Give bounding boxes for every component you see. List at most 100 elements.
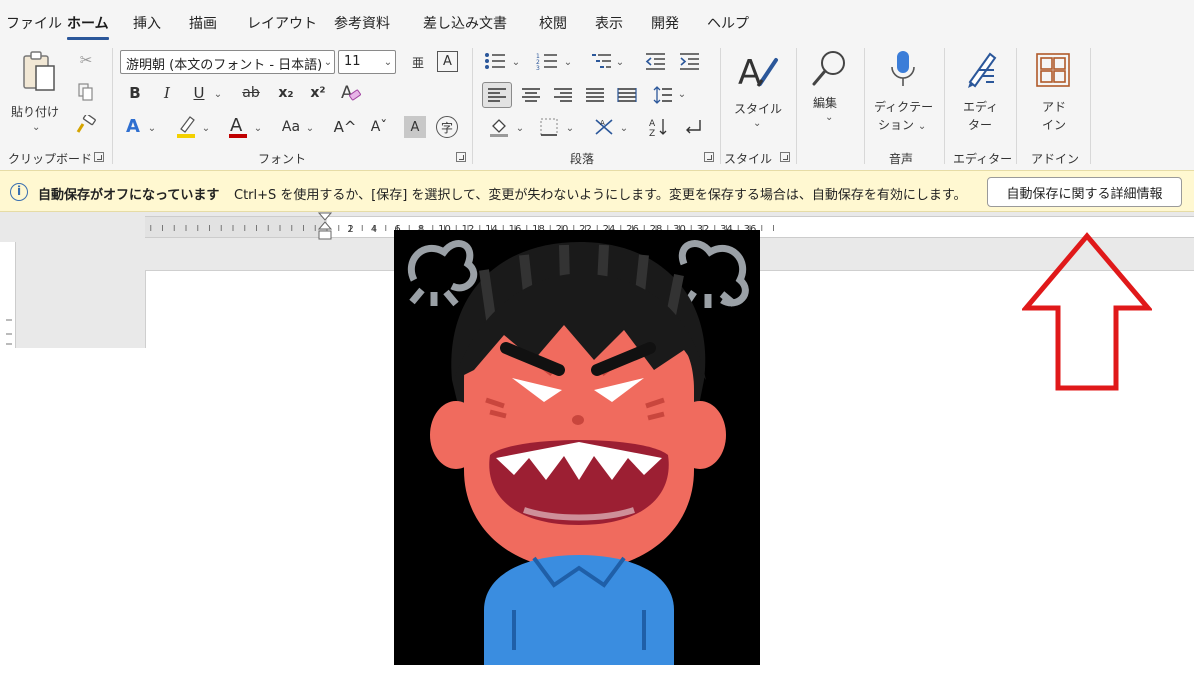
numbering-dropdown-icon[interactable]: ⌄ — [562, 54, 574, 70]
dictate-label-line1: ディクテー — [874, 100, 934, 114]
addins-button[interactable]: アド イン — [1024, 48, 1082, 144]
svg-text:A: A — [600, 119, 605, 127]
info-icon: i — [10, 183, 28, 201]
autosave-details-label: 自動保存に関する詳細情報 — [1006, 186, 1163, 202]
highlight-icon[interactable] — [174, 112, 198, 140]
enclose-characters-icon[interactable]: 字 — [436, 116, 458, 138]
align-left-button[interactable] — [482, 82, 512, 108]
ribbon: 貼り付け ⌄ ✂ クリップボード 游明朝 (本文のフォント - 日本語) ⌄ 1… — [0, 42, 1194, 170]
tab-file[interactable]: ファイル — [6, 13, 62, 33]
underline-dropdown-icon[interactable]: ⌄ — [212, 86, 224, 102]
align-center-button[interactable] — [518, 82, 544, 108]
highlight-dropdown-icon[interactable]: ⌄ — [200, 120, 212, 136]
chevron-down-icon[interactable]: ⌄ — [32, 122, 40, 133]
dictate-button[interactable]: ディクテー ション ⌄ — [870, 48, 936, 144]
font-size-dropdown-icon[interactable]: ⌄ — [382, 54, 394, 70]
infobar-message: Ctrl+S を使用するか、[保存] を選択して、変更が失わないようにします。変… — [234, 188, 967, 203]
numbering-icon[interactable]: 123 — [534, 50, 560, 72]
cut-icon[interactable]: ✂ — [76, 50, 96, 70]
tab-layout[interactable]: レイアウト — [247, 13, 317, 33]
font-launcher-icon[interactable] — [456, 152, 466, 162]
autosave-details-button[interactable]: 自動保存に関する詳細情報 — [987, 177, 1182, 207]
clipboard-launcher-icon[interactable] — [94, 152, 104, 162]
line-spacing-icon[interactable] — [650, 82, 676, 108]
tab-draw[interactable]: 描画 — [189, 13, 217, 33]
separator — [720, 48, 721, 164]
strikethrough-button[interactable]: ab — [238, 82, 264, 104]
paragraph-group-label: 段落 — [570, 152, 595, 166]
ruler-label: 2 — [347, 224, 353, 235]
font-color-dropdown-icon[interactable]: ⌄ — [252, 120, 264, 136]
line-spacing-dropdown-icon[interactable]: ⌄ — [676, 86, 688, 102]
styles-button[interactable]: A スタイル ⌄ — [728, 48, 788, 144]
angry-boy-illustration[interactable] — [394, 230, 760, 665]
bold-button[interactable]: B — [124, 82, 146, 104]
shading-dropdown-icon[interactable]: ⌄ — [514, 120, 526, 136]
svg-text:A: A — [341, 83, 353, 103]
separator — [112, 48, 113, 164]
editor-button[interactable]: エディ ター — [950, 48, 1010, 144]
change-case-dropdown-icon[interactable]: ⌄ — [304, 120, 316, 136]
text-effects-dropdown-icon[interactable]: ⌄ — [146, 120, 158, 136]
change-case-button[interactable]: Aa — [278, 116, 304, 138]
copy-icon[interactable] — [76, 82, 96, 102]
format-painter-icon[interactable] — [74, 114, 98, 136]
shrink-font-button[interactable]: Aˇ — [366, 116, 392, 138]
svg-text:A: A — [649, 119, 656, 129]
font-name-dropdown-icon[interactable]: ⌄ — [322, 54, 334, 70]
paragraph-launcher-icon[interactable] — [704, 152, 714, 162]
tab-mailings[interactable]: 差し込み文書 — [423, 13, 507, 33]
editor-label-line1: エディ — [963, 100, 999, 114]
vertical-ruler[interactable] — [0, 242, 16, 348]
paste-button[interactable]: 貼り付け ⌄ — [8, 48, 66, 138]
clear-formatting-icon[interactable]: A — [338, 80, 364, 104]
tab-view[interactable]: 表示 — [595, 13, 623, 33]
svg-text:A: A — [230, 115, 243, 136]
tab-insert[interactable]: 挿入 — [133, 13, 161, 33]
borders-icon[interactable] — [536, 114, 562, 140]
svg-text:3: 3 — [536, 65, 540, 70]
character-shading-icon[interactable]: A — [404, 116, 426, 138]
asian-layout-icon[interactable]: A — [590, 114, 618, 140]
chevron-down-icon: ⌄ — [825, 112, 834, 123]
superscript-button[interactable]: x² — [306, 82, 330, 104]
font-name-value: 游明朝 (本文のフォント - 日本語) — [126, 58, 323, 73]
show-marks-icon[interactable] — [680, 114, 706, 140]
font-group-label: フォント — [258, 152, 307, 166]
font-color-icon[interactable]: A — [226, 112, 250, 140]
bullets-icon[interactable] — [482, 50, 508, 72]
italic-button[interactable]: I — [156, 82, 178, 104]
tab-developer[interactable]: 開発 — [651, 13, 679, 33]
distributed-button[interactable] — [614, 82, 640, 108]
separator — [864, 48, 865, 164]
sort-icon[interactable]: AZ — [646, 114, 672, 140]
character-border-icon[interactable]: A — [437, 51, 458, 72]
align-right-button[interactable] — [550, 82, 576, 108]
editing-button[interactable]: 編集 ⌄ — [804, 48, 856, 144]
text-effects-icon[interactable]: A — [122, 114, 144, 138]
multilevel-dropdown-icon[interactable]: ⌄ — [614, 54, 626, 70]
subscript-button[interactable]: x₂ — [274, 82, 298, 104]
bullets-dropdown-icon[interactable]: ⌄ — [510, 54, 522, 70]
decrease-indent-icon[interactable] — [642, 50, 668, 72]
shading-icon[interactable] — [486, 114, 512, 140]
underline-button[interactable]: U — [188, 82, 210, 104]
multilevel-list-icon[interactable] — [588, 50, 614, 72]
tab-help[interactable]: ヘルプ — [707, 13, 749, 33]
tab-home[interactable]: ホーム — [67, 13, 109, 40]
borders-dropdown-icon[interactable]: ⌄ — [564, 120, 576, 136]
justify-button[interactable] — [582, 82, 608, 108]
grow-font-button[interactable]: A^ — [332, 116, 358, 138]
arrow-up-icon — [1022, 232, 1152, 391]
phonetic-guide-icon[interactable]: 亜 — [406, 50, 430, 74]
infobar-title: 自動保存がオフになっています — [38, 188, 220, 203]
tab-references[interactable]: 参考資料 — [334, 13, 390, 33]
styles-launcher-icon[interactable] — [780, 152, 790, 162]
tab-review[interactable]: 校閲 — [539, 13, 567, 33]
indent-marker-icon[interactable] — [318, 212, 332, 242]
chevron-down-icon: ⌄ — [753, 118, 762, 129]
font-name-box[interactable]: 游明朝 (本文のフォント - 日本語) — [120, 50, 335, 74]
separator — [796, 48, 797, 164]
increase-indent-icon[interactable] — [676, 50, 702, 72]
asian-layout-dropdown-icon[interactable]: ⌄ — [618, 120, 630, 136]
